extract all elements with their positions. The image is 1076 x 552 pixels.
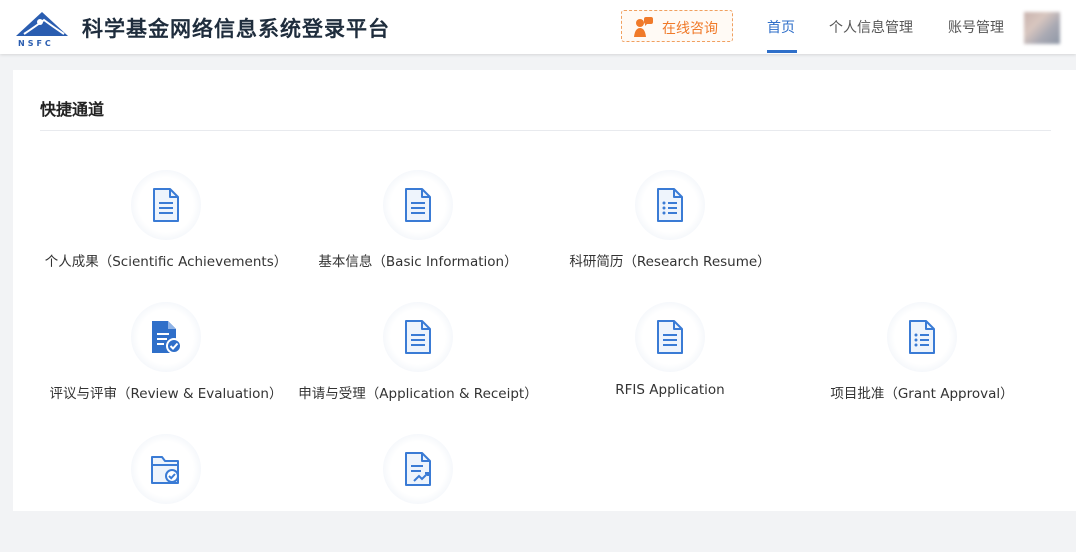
tile-application-receipt[interactable]: 申请与受理（Application & Receipt） xyxy=(292,300,544,420)
tile-label: 基本信息（Basic Information） xyxy=(318,254,518,270)
tile-icon-bg xyxy=(131,434,201,504)
tile-label: 科研简历（Research Resume） xyxy=(569,254,771,270)
panel-divider xyxy=(40,130,1051,131)
online-consult-label: 在线咨询 xyxy=(662,21,718,37)
tile-label: 申请与受理（Application & Receipt） xyxy=(298,386,538,402)
tile-basic-information[interactable]: 基本信息（Basic Information） xyxy=(292,168,544,288)
tile-label: RFIS Application xyxy=(615,382,725,398)
tile-icon-bg xyxy=(635,302,705,372)
nav-account-management[interactable]: 账号管理 xyxy=(948,17,1004,37)
checklist-document-icon xyxy=(657,188,683,222)
nsfc-logo: NSFC xyxy=(16,12,68,48)
checklist-document-icon xyxy=(909,320,935,354)
nav-home[interactable]: 首页 xyxy=(767,17,795,37)
user-avatar[interactable] xyxy=(1024,12,1060,44)
tile-rfis-application[interactable]: RFIS Application xyxy=(544,300,796,420)
tile-icon-bg xyxy=(635,170,705,240)
top-bar: NSFC 科学基金网络信息系统登录平台 在线咨询 首页 个人信息管理 账号管理 xyxy=(0,0,1076,54)
tile-review-evaluation[interactable]: 评议与评审（Review & Evaluation） xyxy=(40,300,292,420)
tile-icon-bg xyxy=(383,170,453,240)
tile-scientific-achievements[interactable]: 个人成果（Scientific Achievements） xyxy=(40,168,292,288)
consult-person-icon xyxy=(634,17,653,37)
tile-icon-bg xyxy=(887,302,957,372)
quick-access-panel: 快捷通道 个人成果（Scientific Achievements） 基本信息（… xyxy=(13,70,1076,511)
tile-icon-bg xyxy=(383,302,453,372)
tile-folder-check[interactable] xyxy=(40,432,292,552)
tile-document-chart[interactable] xyxy=(292,432,544,552)
document-icon xyxy=(405,320,431,354)
document-icon xyxy=(657,320,683,354)
document-chart-icon xyxy=(405,452,431,486)
tile-grant-approval[interactable]: 项目批准（Grant Approval） xyxy=(796,300,1048,420)
online-consult-button[interactable]: 在线咨询 xyxy=(621,10,733,42)
panel-title: 快捷通道 xyxy=(40,100,105,119)
tile-label: 个人成果（Scientific Achievements） xyxy=(44,254,288,270)
folder-check-icon xyxy=(151,456,179,484)
document-icon xyxy=(153,188,179,222)
tile-label: 评议与评审（Review & Evaluation） xyxy=(49,386,283,402)
tile-research-resume[interactable]: 科研简历（Research Resume） xyxy=(544,168,796,288)
nav-active-indicator xyxy=(767,50,797,53)
svg-text:NSFC: NSFC xyxy=(18,39,54,48)
site-title: 科学基金网络信息系统登录平台 xyxy=(82,17,390,41)
tile-label: 项目批准（Grant Approval） xyxy=(830,386,1014,402)
document-icon xyxy=(405,188,431,222)
tile-icon-bg xyxy=(131,302,201,372)
nav-personal-info[interactable]: 个人信息管理 xyxy=(829,17,913,37)
document-check-icon xyxy=(152,321,182,354)
tile-icon-bg xyxy=(383,434,453,504)
tile-icon-bg xyxy=(131,170,201,240)
